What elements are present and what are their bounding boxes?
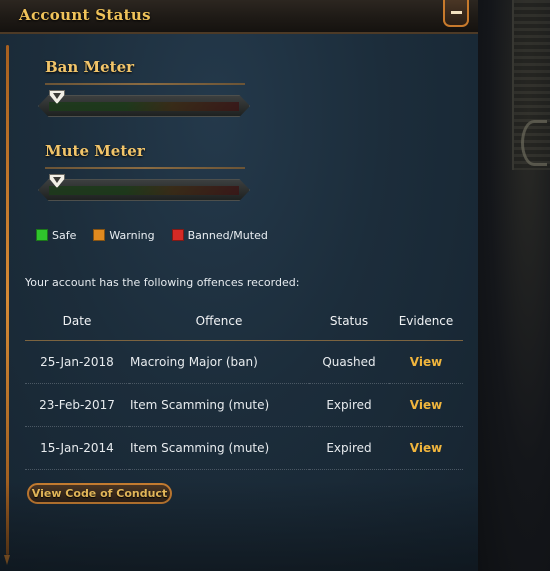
legend-warning-label: Warning — [109, 228, 155, 242]
ban-meter-track — [38, 95, 250, 117]
ban-marker-arrow-icon — [53, 93, 61, 99]
legend-safe-label: Safe — [52, 228, 77, 242]
offences-header-row: Date Offence Status Evidence — [25, 302, 463, 341]
ban-meter-title: Ban Meter — [45, 58, 135, 76]
mute-meter-rule — [45, 167, 245, 169]
table-row: 23-Feb-2017 Item Scamming (mute) Expired… — [25, 383, 463, 427]
meter-legend: Safe Warning Banned/Muted — [36, 228, 285, 242]
safe-swatch-icon — [36, 229, 48, 241]
offences-table: Date Offence Status Evidence 25-Jan-2018… — [25, 302, 463, 470]
ban-meter-rule — [45, 83, 245, 85]
offence-date: 25-Jan-2018 — [25, 340, 129, 384]
panel-header: Account Status — [0, 0, 478, 34]
legend-safe: Safe — [36, 229, 76, 242]
offence-date: 23-Feb-2017 — [25, 383, 129, 427]
warning-swatch-icon — [93, 229, 106, 241]
mute-meter-track — [38, 179, 250, 201]
table-row: 25-Jan-2018 Macroing Major (ban) Quashed… — [25, 340, 463, 384]
legend-warning: Warning — [93, 228, 155, 242]
collapse-button[interactable] — [443, 0, 469, 27]
offences-intro-text: Your account has the following offences … — [25, 276, 300, 289]
view-code-of-conduct-button[interactable]: View Code of Conduct — [27, 483, 172, 504]
minus-icon — [450, 11, 462, 14]
offence-name: Item Scamming (mute) — [129, 426, 309, 470]
column-header-evidence: Evidence — [389, 302, 463, 341]
panel-title: Account Status — [19, 6, 151, 24]
offence-name: Item Scamming (mute) — [129, 383, 309, 427]
column-header-offence: Offence — [129, 302, 309, 341]
legend-banned-label: Banned/Muted — [187, 228, 268, 242]
column-header-date: Date — [25, 302, 129, 341]
legend-banned: Banned/Muted — [171, 228, 268, 242]
mute-meter-gradient — [49, 186, 239, 195]
mute-meter-title: Mute Meter — [45, 142, 145, 160]
offence-status: Expired — [309, 383, 389, 427]
left-rail-decoration — [4, 45, 10, 565]
offence-name: Macroing Major (ban) — [129, 340, 309, 384]
banned-swatch-icon — [171, 229, 184, 241]
offence-date: 15-Jan-2014 — [25, 426, 129, 470]
offence-status: Quashed — [309, 340, 389, 384]
ornament-curl — [521, 120, 547, 166]
view-evidence-link[interactable]: View — [410, 398, 442, 412]
account-status-panel: Account Status Ban Meter Mute Meter Safe… — [0, 0, 478, 571]
view-evidence-link[interactable]: View — [410, 441, 442, 455]
offence-status: Expired — [309, 426, 389, 470]
view-evidence-link[interactable]: View — [410, 355, 442, 369]
table-row: 15-Jan-2014 Item Scamming (mute) Expired… — [25, 426, 463, 470]
ban-meter-gradient — [49, 102, 239, 111]
mute-marker-arrow-icon — [53, 177, 61, 183]
column-header-status: Status — [309, 302, 389, 341]
